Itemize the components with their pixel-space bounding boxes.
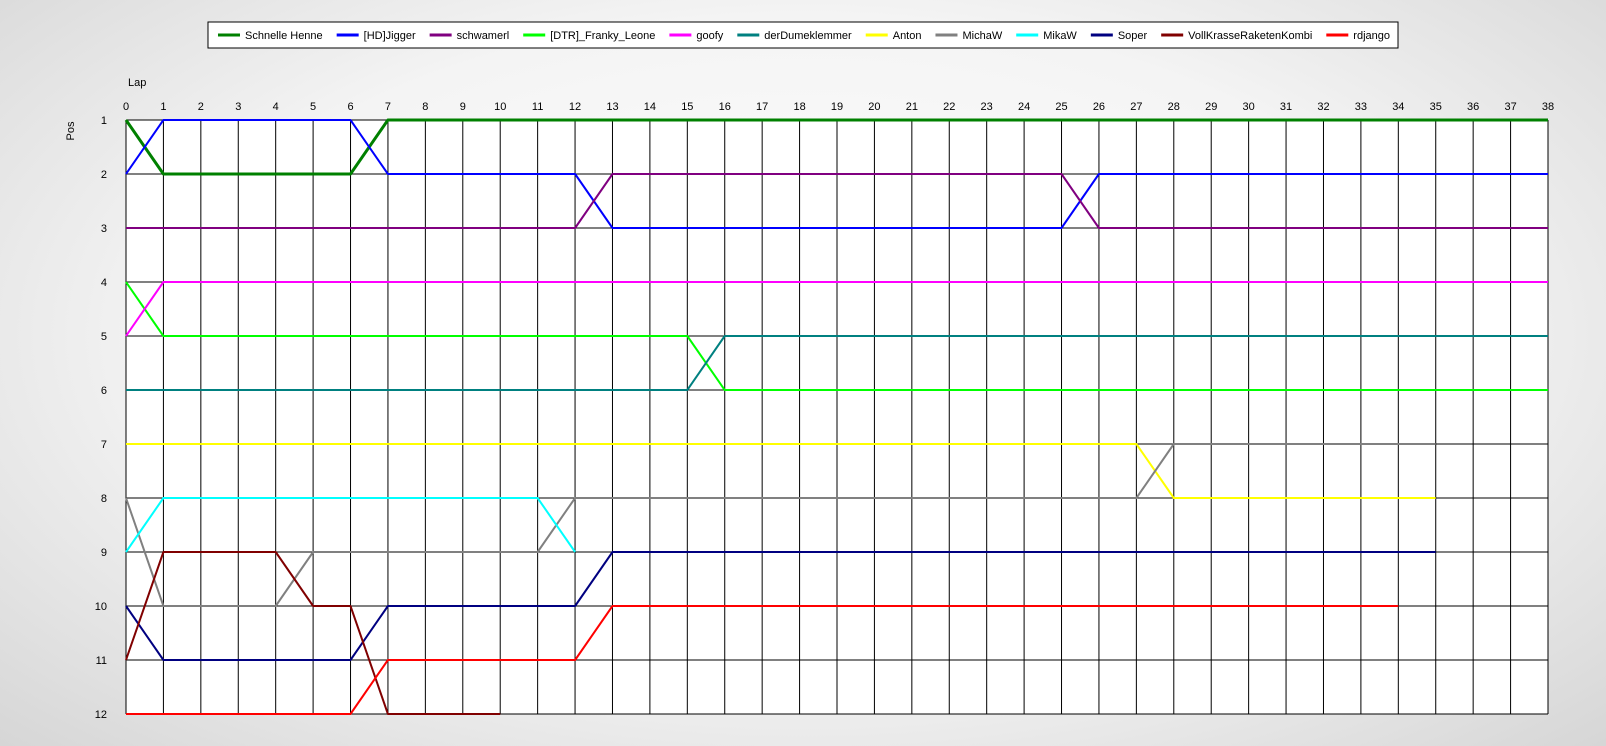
x-tick-label: 19 xyxy=(831,101,843,113)
x-tick-label: 27 xyxy=(1130,101,1142,113)
x-tick-label: 32 xyxy=(1317,101,1329,113)
y-tick-label: 7 xyxy=(101,439,107,451)
y-axis-title: Pos xyxy=(65,121,77,140)
x-tick-label: 25 xyxy=(1055,101,1067,113)
x-tick-label: 35 xyxy=(1430,101,1442,113)
x-tick-label: 0 xyxy=(123,101,129,113)
x-tick-label: 30 xyxy=(1243,101,1255,113)
y-tick-label: 1 xyxy=(101,115,107,127)
x-tick-label: 37 xyxy=(1504,101,1516,113)
y-tick-label: 2 xyxy=(101,169,107,181)
x-tick-label: 12 xyxy=(569,101,581,113)
x-tick-label: 8 xyxy=(422,101,428,113)
x-tick-label: 20 xyxy=(868,101,880,113)
x-tick-label: 2 xyxy=(198,101,204,113)
y-tick-labels: 123456789101112 xyxy=(95,115,107,721)
x-tick-label: 28 xyxy=(1168,101,1180,113)
x-tick-label: 38 xyxy=(1542,101,1554,113)
legend-label: derDumeklemmer xyxy=(764,30,852,42)
x-tick-label: 5 xyxy=(310,101,316,113)
x-tick-label: 29 xyxy=(1205,101,1217,113)
y-tick-label: 9 xyxy=(101,547,107,559)
legend-label: [HD]Jigger xyxy=(364,30,416,42)
x-tick-label: 18 xyxy=(793,101,805,113)
y-tick-label: 4 xyxy=(101,277,107,289)
x-tick-label: 34 xyxy=(1392,101,1404,113)
legend-label: rdjango xyxy=(1353,30,1390,42)
x-tick-label: 23 xyxy=(981,101,993,113)
race-position-chart: Schnelle Henne [HD]Jigger schwamerl [DTR]_F… xyxy=(65,21,1554,721)
legend-label: Schnelle Henne xyxy=(245,30,323,42)
y-tick-label: 12 xyxy=(95,709,107,721)
x-tick-label: 14 xyxy=(644,101,656,113)
x-tick-label: 16 xyxy=(719,101,731,113)
y-tick-label: 3 xyxy=(101,223,107,235)
y-tick-label: 5 xyxy=(101,331,107,343)
x-tick-labels: 0 1 2 3 4 5 6 7 8 9 10 11 12 13 14 15 16 17 18 19 20 21 22 23 24… xyxy=(123,101,1554,113)
x-tick-label: 7 xyxy=(385,101,391,113)
x-tick-label: 13 xyxy=(606,101,618,113)
x-tick-label: 26 xyxy=(1093,101,1105,113)
legend-label: VollKrasseRaketenKombi xyxy=(1188,30,1312,42)
legend-label: schwamerl xyxy=(457,30,510,42)
x-tick-label: 15 xyxy=(681,101,693,113)
x-tick-label: 22 xyxy=(943,101,955,113)
legend-label: Anton xyxy=(893,30,922,42)
legend-label: MichaW xyxy=(962,30,1002,42)
x-tick-label: 1 xyxy=(160,101,166,113)
y-tick-label: 10 xyxy=(95,601,107,613)
x-tick-label: 24 xyxy=(1018,101,1030,113)
legend-label: Soper xyxy=(1118,30,1148,42)
x-tick-label: 17 xyxy=(756,101,768,113)
legend-label: goofy xyxy=(696,30,723,42)
y-tick-label: 8 xyxy=(101,493,107,505)
x-tick-label: 6 xyxy=(347,101,353,113)
x-tick-label: 11 xyxy=(532,101,543,113)
x-tick-label: 21 xyxy=(906,101,918,113)
x-tick-label: 9 xyxy=(460,101,466,113)
y-tick-label: 6 xyxy=(101,385,107,397)
x-tick-label: 36 xyxy=(1467,101,1479,113)
y-tick-label: 11 xyxy=(96,655,107,667)
legend-label: MikaW xyxy=(1043,30,1077,42)
legend-label: [DTR]_Franky_Leone xyxy=(550,30,655,42)
x-tick-label: 4 xyxy=(273,101,279,113)
legend: Schnelle Henne [HD]Jigger schwamerl [DTR]_F… xyxy=(207,21,1399,49)
x-tick-label: 10 xyxy=(494,101,506,113)
x-axis-title: Lap xyxy=(128,77,146,89)
x-tick-label: 33 xyxy=(1355,101,1367,113)
x-tick-label: 31 xyxy=(1280,101,1292,113)
x-tick-label: 3 xyxy=(235,101,241,113)
